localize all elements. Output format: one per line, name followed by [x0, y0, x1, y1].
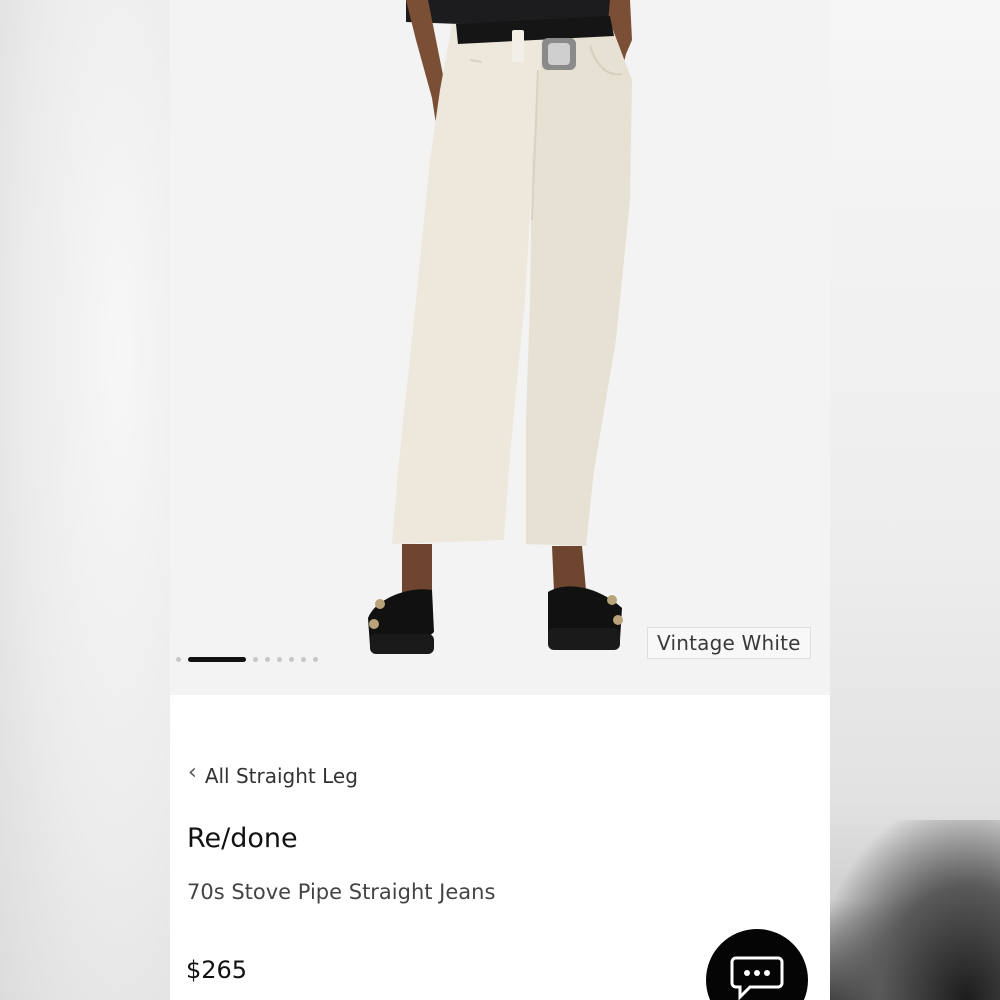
background-shadow — [830, 820, 1000, 1000]
pagination-dot[interactable] — [313, 656, 318, 662]
product-name: 70s Stove Pipe Straight Jeans — [187, 880, 496, 904]
product-price: $265 — [186, 956, 248, 984]
breadcrumb-label[interactable]: All Straight Leg — [205, 764, 358, 788]
color-name-tag: Vintage White — [647, 627, 811, 659]
chat-bubble-icon — [730, 956, 784, 1000]
pagination-dot[interactable] — [301, 656, 306, 662]
background-left — [0, 0, 170, 1000]
pagination-dot[interactable] — [289, 656, 294, 662]
pagination-dot-active[interactable] — [188, 656, 246, 662]
pagination-dot[interactable] — [277, 656, 282, 662]
pagination-dot[interactable] — [176, 656, 181, 662]
pagination-dot[interactable] — [253, 656, 258, 662]
product-page: Vintage White ‹ All Straight Leg Re/done… — [170, 0, 830, 1000]
chevron-left-icon: ‹ — [188, 760, 197, 785]
chat-button[interactable] — [706, 929, 808, 1000]
model-photo — [368, 0, 632, 654]
image-pagination[interactable] — [176, 655, 318, 663]
product-image[interactable]: Vintage White — [170, 0, 830, 695]
breadcrumb[interactable]: ‹ All Straight Leg — [188, 760, 358, 789]
pagination-dot[interactable] — [265, 656, 270, 662]
brand-name[interactable]: Re/done — [187, 823, 298, 854]
